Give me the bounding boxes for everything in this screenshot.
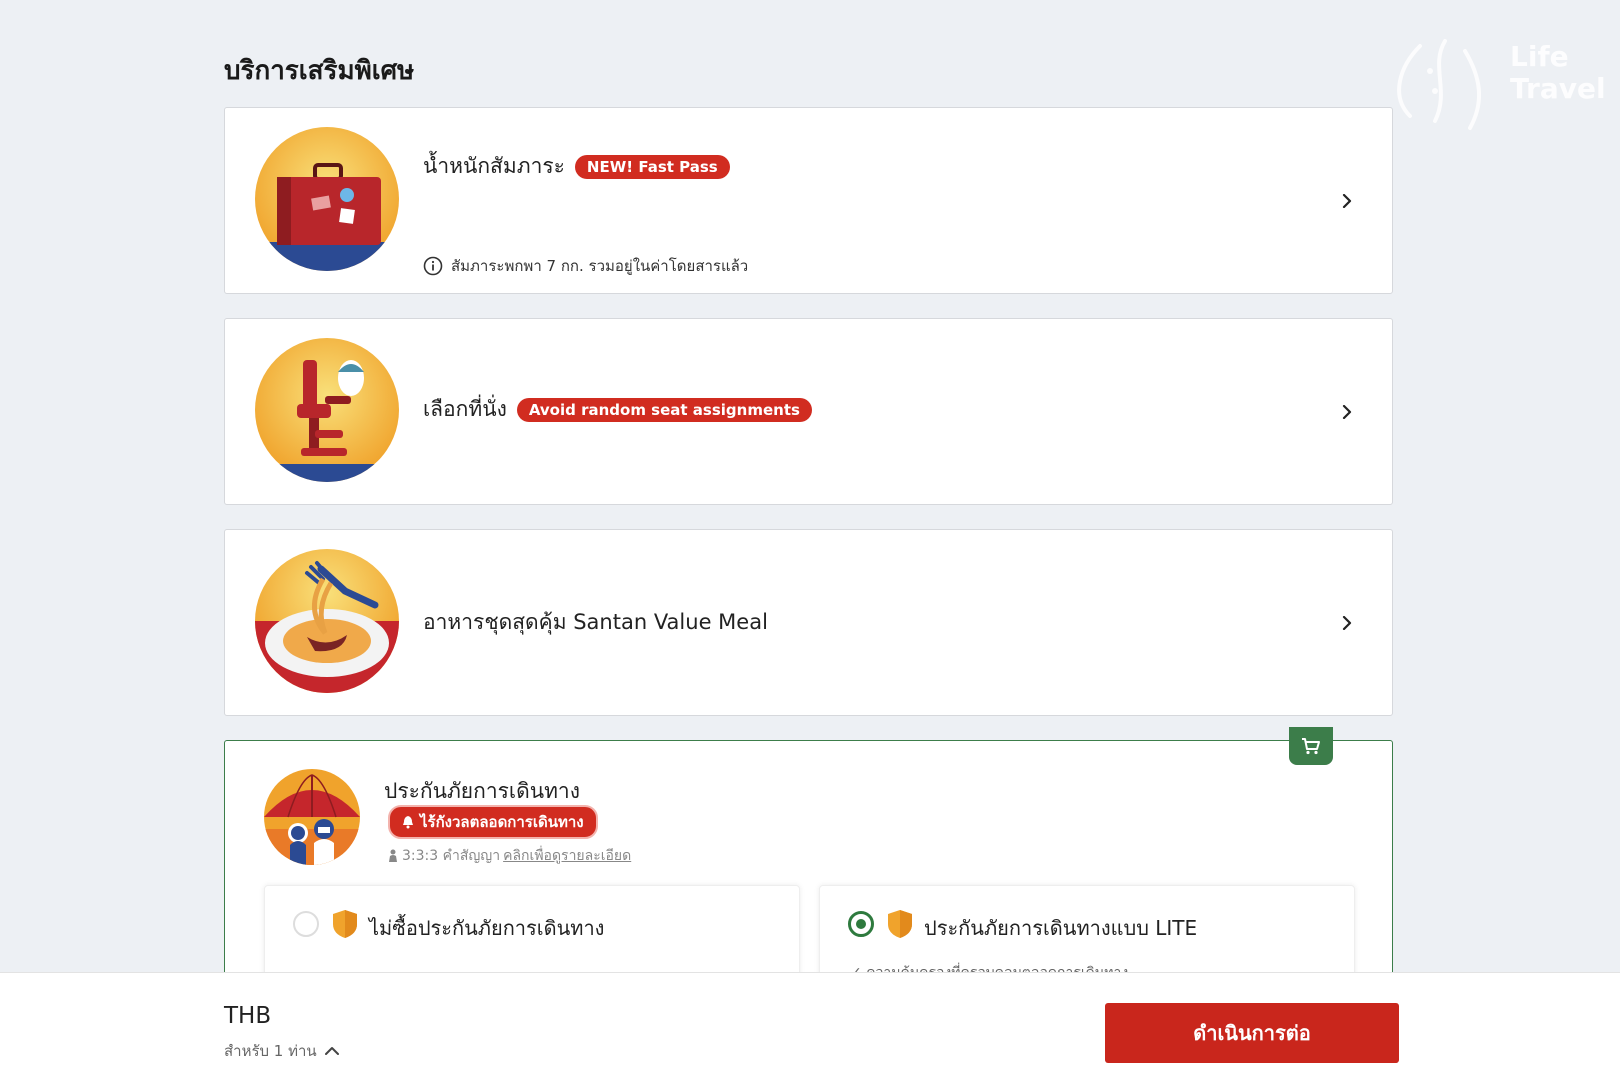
shield-icon [888, 910, 912, 938]
insurance-badge-text: ไร้กังวลตลอดการเดินทาง [420, 813, 584, 831]
terms-prefix: 3:3:3 คำสัญญา [402, 848, 501, 864]
seat-title: เลือกที่นั่ง [423, 397, 507, 421]
insurance-badge: ไร้กังวลตลอดการเดินทาง [388, 805, 598, 839]
chevron-right-icon[interactable] [1340, 193, 1354, 208]
fast-pass-badge: NEW! Fast Pass [574, 154, 730, 179]
seat-badge: Avoid random seat assignments [516, 397, 812, 422]
baggage-title: น้ำหนักสัมภาระ [423, 154, 565, 178]
baggage-info: สัมภาระพกพา 7 กก. รวมอยู่ในค่าโดยสารแล้ว [423, 254, 748, 278]
person-icon [389, 849, 397, 862]
page-title: บริการเสริมพิเศษ [224, 56, 415, 86]
baggage-info-text: สัมภาระพกพา 7 กก. รวมอยู่ในค่าโดยสารแล้ว [451, 257, 749, 275]
currency-label: THB [224, 1003, 272, 1029]
passenger-count-toggle[interactable]: สำหรับ 1 ท่าน [224, 1039, 339, 1063]
option-lite-label: ประกันภัยการเดินทางแบบ LITE [924, 916, 1198, 940]
umbrella-travelers-icon [264, 769, 360, 865]
terms-details-link[interactable]: คลิกเพื่อดูรายละเอียด [503, 845, 631, 867]
meal-card[interactable]: อาหารชุดสุดคุ้ม Santan Value Meal [224, 529, 1393, 716]
bell-icon [403, 816, 413, 829]
radio-lite-insurance[interactable] [848, 911, 874, 937]
passenger-count-text: สำหรับ 1 ท่าน [224, 1042, 317, 1060]
seat-selection-card[interactable]: เลือกที่นั่ง Avoid random seat assignmen… [224, 318, 1393, 505]
insurance-title: ประกันภัยการเดินทาง [384, 779, 580, 803]
meal-title: อาหารชุดสุดคุ้ม Santan Value Meal [423, 610, 768, 634]
baggage-card[interactable]: น้ำหนักสัมภาระ NEW! Fast Pass สัมภาระพกพ… [224, 107, 1393, 294]
continue-button[interactable]: ดำเนินการต่อ [1105, 1003, 1399, 1063]
cart-icon [1302, 738, 1320, 755]
chevron-right-icon[interactable] [1340, 404, 1354, 419]
airplane-seat-icon [255, 338, 399, 482]
shield-icon [333, 910, 357, 938]
bottom-summary-bar: THB สำหรับ 1 ท่าน ดำเนินการต่อ [0, 972, 1620, 1080]
radio-no-insurance[interactable] [293, 911, 319, 937]
insurance-terms: 3:3:3 คำสัญญา คลิกเพื่อดูรายละเอียด [387, 845, 631, 867]
chevron-up-icon [324, 1047, 339, 1055]
info-icon [423, 256, 443, 276]
watermark-text: Life Travel [1510, 40, 1606, 105]
meal-plate-icon [255, 549, 399, 693]
suitcase-icon [255, 127, 399, 271]
option-no-insurance-label: ไม่ซื้อประกันภัยการเดินทาง [369, 916, 605, 940]
life-travel-watermark-logo: Life Travel [1390, 36, 1606, 136]
chevron-right-icon[interactable] [1340, 615, 1354, 630]
cart-tab[interactable] [1289, 727, 1333, 765]
